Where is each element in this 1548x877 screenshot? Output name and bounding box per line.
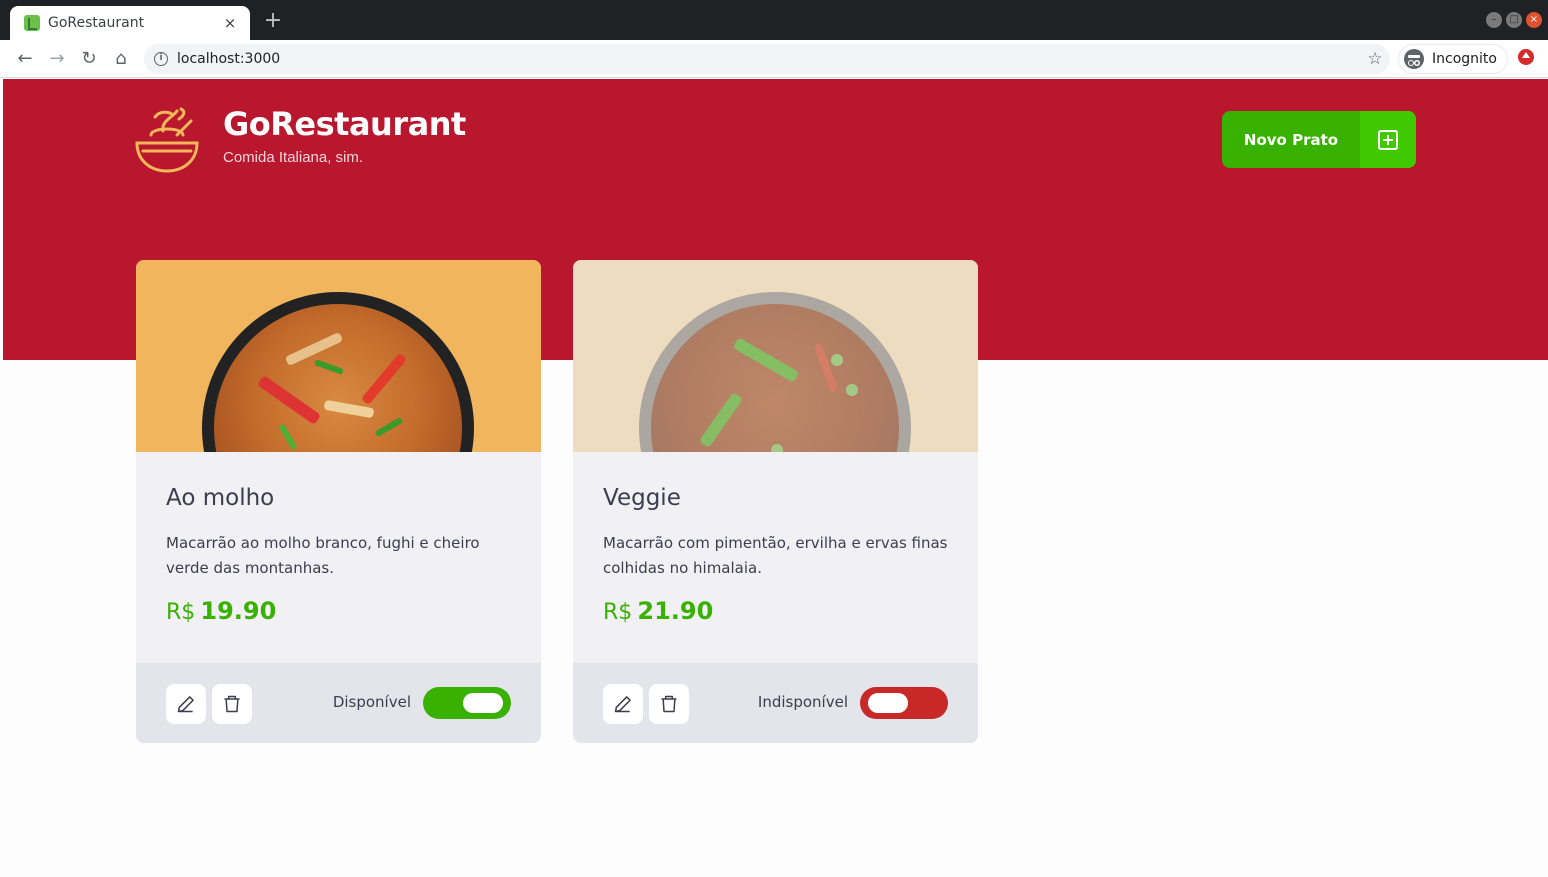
edit-button[interactable] bbox=[166, 684, 206, 724]
info-icon[interactable]: i bbox=[154, 52, 168, 66]
food-price: R$ 19.90 bbox=[166, 597, 511, 625]
brand-title: GoRestaurant bbox=[223, 105, 466, 143]
price-currency: R$ bbox=[603, 600, 633, 625]
food-card: Ao molho Macarrão ao molho branco, fughi… bbox=[136, 260, 541, 743]
food-actions: Disponível bbox=[136, 663, 541, 743]
food-name: Veggie bbox=[603, 485, 681, 511]
update-icon[interactable] bbox=[1518, 49, 1534, 65]
browser-tab-bar: GoRestaurant × + – □ × bbox=[0, 0, 1548, 40]
delete-button[interactable] bbox=[212, 684, 252, 724]
tab-close-button[interactable]: × bbox=[220, 14, 240, 32]
browser-toolbar: ← → ↻ ⌂ i localhost:3000 ☆ Incognito bbox=[0, 40, 1548, 78]
brand-subtitle: Comida Italiana, sim. bbox=[223, 149, 364, 166]
page-viewport: GoRestaurant Comida Italiana, sim. Novo … bbox=[3, 79, 1548, 877]
edit-icon bbox=[177, 696, 194, 713]
food-description: Macarrão ao molho branco, fughi e cheiro… bbox=[166, 534, 480, 577]
bowl-icon bbox=[135, 107, 199, 173]
food-image bbox=[573, 260, 978, 452]
edit-icon bbox=[614, 696, 631, 713]
home-icon[interactable]: ⌂ bbox=[109, 47, 133, 71]
availability-toggle[interactable] bbox=[860, 687, 948, 719]
pasta-bowl-image bbox=[639, 292, 911, 452]
new-dish-icon-box bbox=[1360, 111, 1416, 168]
food-price: R$ 21.90 bbox=[603, 597, 948, 625]
tab-title: GoRestaurant bbox=[48, 15, 145, 31]
new-tab-button[interactable]: + bbox=[262, 10, 284, 32]
food-description: Macarrão com pimentão, ervilha e ervas f… bbox=[603, 534, 948, 577]
price-amount: 21.90 bbox=[637, 597, 714, 625]
food-name: Ao molho bbox=[166, 485, 275, 511]
window-controls: – □ × bbox=[1486, 12, 1542, 28]
availability-label: Disponível bbox=[332, 693, 411, 711]
edit-button[interactable] bbox=[603, 684, 643, 724]
incognito-badge[interactable]: Incognito bbox=[1398, 44, 1508, 74]
price-currency: R$ bbox=[166, 600, 196, 625]
food-details: Veggie Macarrão com pimentão, ervilha e … bbox=[573, 452, 978, 663]
url-text[interactable]: localhost:3000 bbox=[177, 51, 1360, 67]
back-arrow-icon[interactable]: ← bbox=[13, 47, 37, 71]
delete-button[interactable] bbox=[649, 684, 689, 724]
browser-tab[interactable]: GoRestaurant × bbox=[10, 6, 250, 40]
plus-square-icon bbox=[1378, 129, 1398, 150]
bookmark-star-icon[interactable]: ☆ bbox=[1360, 49, 1390, 69]
trash-icon bbox=[661, 695, 677, 713]
close-window-button[interactable]: × bbox=[1526, 12, 1542, 28]
availability-label: Indisponível bbox=[757, 693, 848, 711]
reload-icon[interactable]: ↻ bbox=[77, 47, 101, 71]
trash-icon bbox=[224, 695, 240, 713]
availability-toggle[interactable] bbox=[423, 687, 511, 719]
food-actions: Indisponível bbox=[573, 663, 978, 743]
forward-arrow-icon[interactable]: → bbox=[45, 47, 69, 71]
new-dish-label: Novo Prato bbox=[1243, 130, 1339, 149]
price-amount: 19.90 bbox=[200, 597, 277, 625]
incognito-label: Incognito bbox=[1432, 51, 1497, 67]
new-dish-button[interactable]: Novo Prato bbox=[1222, 111, 1416, 168]
toggle-knob bbox=[463, 693, 503, 713]
maximize-button[interactable]: □ bbox=[1506, 12, 1522, 28]
food-details: Ao molho Macarrão ao molho branco, fughi… bbox=[136, 452, 541, 663]
toggle-knob bbox=[868, 693, 908, 713]
brand: GoRestaurant Comida Italiana, sim. bbox=[223, 105, 466, 166]
food-card: Veggie Macarrão com pimentão, ervilha e … bbox=[573, 260, 978, 743]
pasta-bowl-image bbox=[202, 292, 474, 452]
favicon-icon bbox=[24, 15, 40, 31]
food-image bbox=[136, 260, 541, 452]
incognito-icon bbox=[1404, 49, 1424, 69]
address-bar[interactable]: i localhost:3000 ☆ bbox=[144, 44, 1390, 74]
minimize-button[interactable]: – bbox=[1486, 12, 1502, 28]
